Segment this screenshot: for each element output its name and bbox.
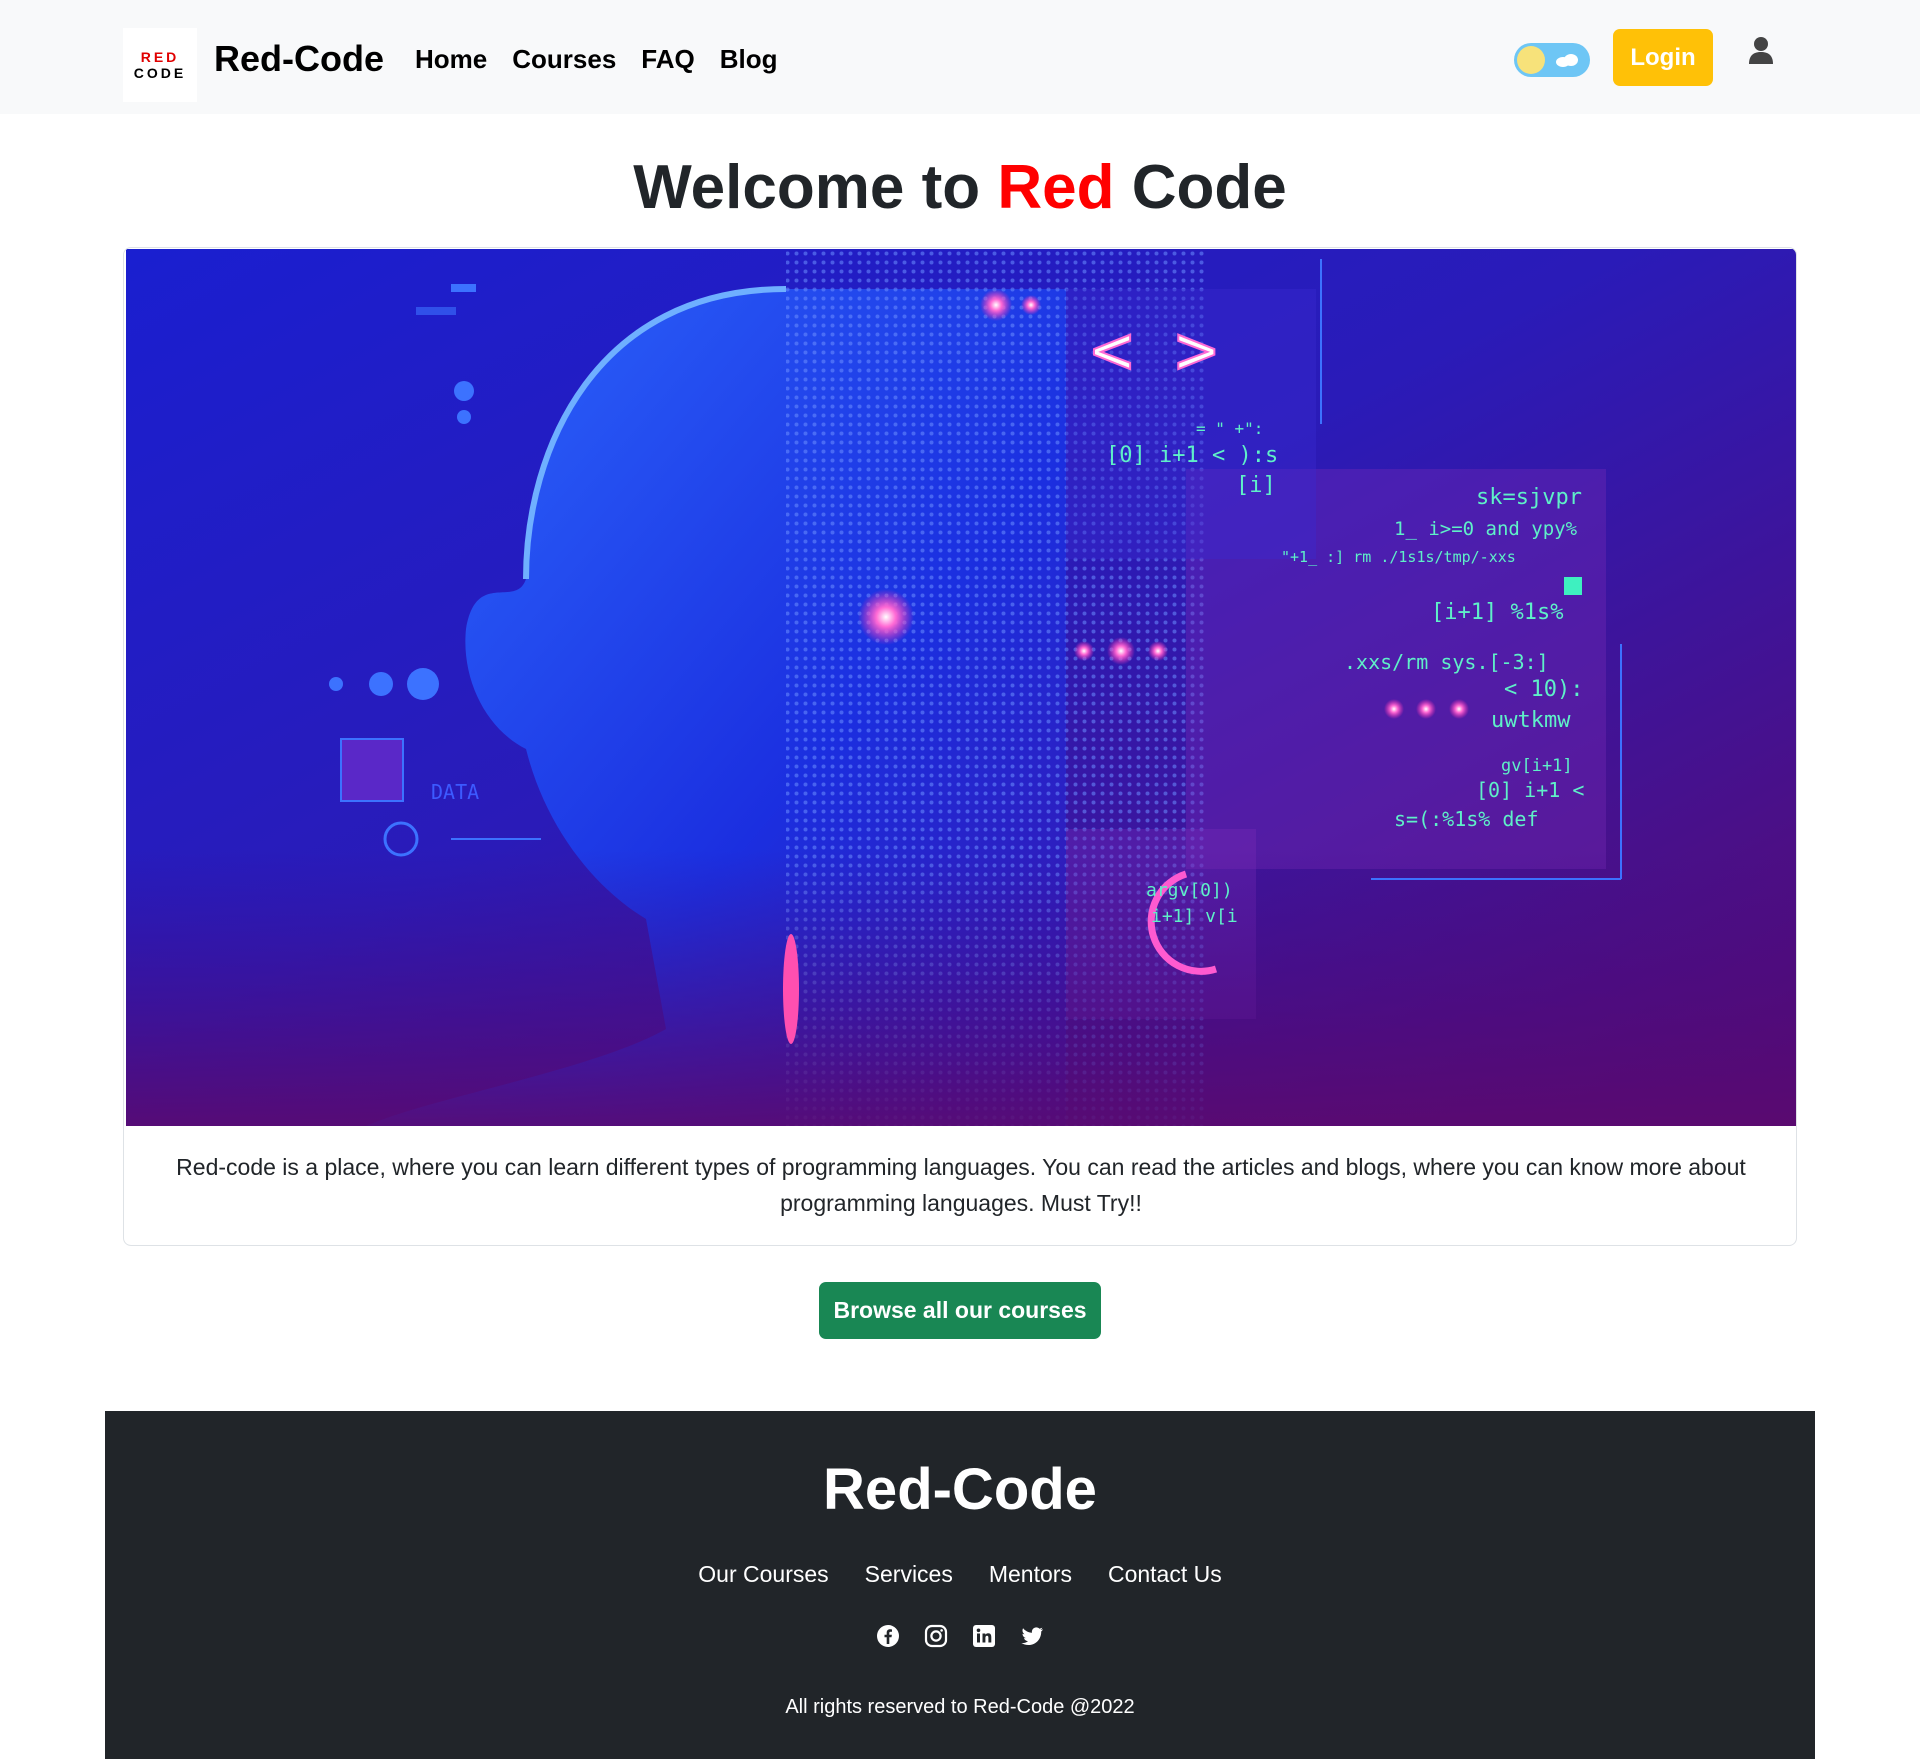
image-code-3: [i]: [1236, 473, 1276, 498]
copyright-text: All rights reserved to Red-Code @2022: [785, 1696, 1135, 1718]
image-code-4: sk=sjvpr: [1476, 485, 1582, 510]
image-data-label: DATA: [431, 780, 479, 804]
footer: Red-Code Our Courses Services Mentors Co…: [105, 1411, 1815, 1759]
footer-brand: Red-Code: [823, 1457, 1097, 1522]
footer-link-our-courses[interactable]: Our Courses: [698, 1561, 828, 1588]
image-code-7: [i+1] %1s%: [1431, 600, 1563, 625]
social-links: [105, 1624, 1815, 1648]
title-accent: Red: [997, 153, 1115, 222]
image-code-8: .xxs/rm sys.[-3:]: [1344, 650, 1549, 674]
image-code-9: < 10):: [1504, 677, 1583, 702]
brand-name[interactable]: Red-Code: [214, 38, 384, 80]
image-code-11: gv[i+1]: [1501, 756, 1573, 776]
title-suffix: Code: [1114, 153, 1287, 222]
image-code-6: "+1_ :] rm ./1s1s/tmp/-xxs: [1281, 548, 1516, 566]
image-code-15: i+1] v[i: [1151, 906, 1238, 927]
footer-link-mentors[interactable]: Mentors: [989, 1561, 1072, 1588]
instagram-icon[interactable]: [924, 1624, 948, 1648]
image-code-1: = " +":: [1196, 419, 1263, 438]
navbar: RED CODE Red-Code Home Courses FAQ Blog …: [0, 0, 1920, 114]
linkedin-icon[interactable]: [972, 1624, 996, 1648]
facebook-icon[interactable]: [876, 1624, 900, 1648]
image-code-13: s=(:%1s% def: [1394, 807, 1539, 831]
cloud-icon: [1556, 54, 1578, 67]
nav-link-courses[interactable]: Courses: [512, 44, 616, 75]
card-description: Red-code is a place, where you can learn…: [176, 1154, 1746, 1216]
hero-card: < > = " +": [0] i+1 < ):s [i] sk=sjvpr 1…: [123, 247, 1797, 1246]
nav-link-blog[interactable]: Blog: [720, 44, 778, 75]
image-code-14: argv[0]): [1146, 880, 1233, 901]
nav-links: Home Courses FAQ Blog: [415, 44, 778, 75]
logo-text-code: CODE: [133, 65, 187, 81]
image-code-12: [0] i+1 <: [1476, 778, 1584, 802]
sun-icon: [1517, 46, 1545, 74]
hero-image: < > = " +": [0] i+1 < ):s [i] sk=sjvpr 1…: [126, 249, 1796, 1126]
page-title: Welcome to Red Code: [0, 152, 1920, 223]
theme-toggle[interactable]: [1514, 43, 1590, 77]
logo-text-red: RED: [140, 48, 180, 65]
footer-link-contact-us[interactable]: Contact Us: [1108, 1561, 1222, 1588]
image-brackets: < >: [1091, 309, 1217, 391]
image-code-10: uwtkmw: [1491, 708, 1571, 733]
nav-link-home[interactable]: Home: [415, 44, 487, 75]
image-code-2: [0] i+1 < ):s: [1106, 443, 1278, 468]
image-code-5: 1_ i>=0 and ypy%: [1394, 518, 1578, 540]
footer-link-services[interactable]: Services: [865, 1561, 953, 1588]
twitter-icon[interactable]: [1020, 1624, 1044, 1648]
logo[interactable]: RED CODE: [123, 28, 197, 102]
title-prefix: Welcome to: [633, 153, 998, 222]
login-button[interactable]: Login: [1613, 29, 1713, 86]
nav-link-faq[interactable]: FAQ: [641, 44, 694, 75]
footer-links: Our Courses Services Mentors Contact Us: [105, 1561, 1815, 1588]
browse-courses-button[interactable]: Browse all our courses: [819, 1282, 1101, 1339]
user-icon[interactable]: [1748, 36, 1774, 66]
